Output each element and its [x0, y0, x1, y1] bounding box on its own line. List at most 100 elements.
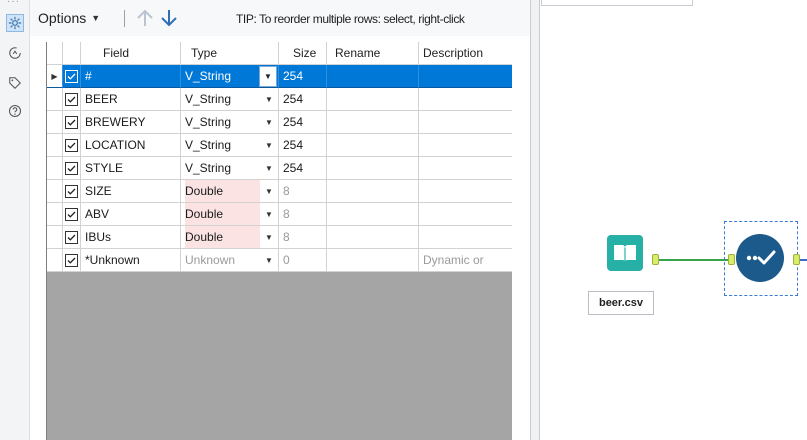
- row-checkbox-cell[interactable]: [63, 249, 81, 272]
- type-cell[interactable]: V_String ▼: [181, 111, 279, 134]
- options-menu-button[interactable]: Options ▼: [38, 10, 100, 26]
- checkbox[interactable]: [65, 161, 78, 175]
- type-cell[interactable]: Unknown ▼: [181, 249, 279, 272]
- checkbox[interactable]: [65, 115, 78, 129]
- table-row[interactable]: BEER V_String ▼ 254: [47, 88, 512, 111]
- row-checkbox-cell[interactable]: [63, 88, 81, 111]
- panel-splitter[interactable]: [530, 0, 540, 440]
- size-cell[interactable]: 8: [279, 226, 327, 249]
- rotate-icon[interactable]: [6, 44, 24, 62]
- checkbox[interactable]: [65, 230, 78, 244]
- rename-cell[interactable]: [327, 249, 419, 272]
- size-cell[interactable]: 254: [279, 88, 327, 111]
- type-dropdown-icon[interactable]: ▼: [260, 89, 278, 110]
- description-cell[interactable]: [419, 88, 512, 111]
- type-dropdown-icon[interactable]: ▼: [260, 181, 278, 202]
- type-cell[interactable]: Double ▼: [181, 203, 279, 226]
- description-cell[interactable]: [419, 157, 512, 180]
- type-dropdown-icon[interactable]: ▼: [260, 204, 278, 225]
- field-cell[interactable]: BREWERY: [81, 111, 181, 134]
- description-cell[interactable]: [419, 111, 512, 134]
- rename-cell[interactable]: [327, 203, 419, 226]
- size-cell[interactable]: 254: [279, 111, 327, 134]
- type-cell[interactable]: Double ▼: [181, 180, 279, 203]
- output-anchor[interactable]: [652, 254, 659, 265]
- checkbox[interactable]: [65, 207, 78, 221]
- type-dropdown-icon[interactable]: ▼: [260, 112, 278, 133]
- type-dropdown-icon[interactable]: ▼: [259, 65, 277, 87]
- rename-cell[interactable]: [327, 180, 419, 203]
- description-cell[interactable]: [419, 180, 512, 203]
- field-cell[interactable]: SIZE: [81, 180, 181, 203]
- row-checkbox-cell[interactable]: [63, 226, 81, 249]
- input-data-tool-node[interactable]: [607, 235, 643, 271]
- description-cell[interactable]: Dynamic or: [419, 249, 512, 272]
- description-cell[interactable]: [419, 226, 512, 249]
- table-row[interactable]: LOCATION V_String ▼ 254: [47, 134, 512, 157]
- output-anchor[interactable]: [793, 254, 800, 265]
- field-cell[interactable]: *Unknown: [81, 249, 181, 272]
- size-cell[interactable]: 254: [279, 134, 327, 157]
- row-checkbox-cell[interactable]: [63, 203, 81, 226]
- row-checkbox-cell[interactable]: [63, 134, 81, 157]
- row-checkbox-cell[interactable]: [63, 65, 81, 88]
- type-dropdown-icon[interactable]: ▼: [260, 227, 278, 248]
- checkbox[interactable]: [65, 253, 78, 267]
- type-dropdown-icon[interactable]: ▼: [260, 250, 278, 271]
- table-row[interactable]: SIZE Double ▼ 8: [47, 180, 512, 203]
- type-cell[interactable]: V_String ▼: [181, 65, 279, 88]
- table-row[interactable]: *Unknown Unknown ▼ 0 Dynamic or: [47, 249, 512, 272]
- table-row[interactable]: ABV Double ▼ 8: [47, 203, 512, 226]
- more-icon[interactable]: ···: [7, 0, 20, 7]
- column-header-rename[interactable]: Rename: [327, 42, 419, 65]
- description-cell[interactable]: [419, 203, 512, 226]
- rename-cell[interactable]: [327, 226, 419, 249]
- column-header-type[interactable]: Type: [181, 42, 279, 65]
- type-cell[interactable]: V_String ▼: [181, 88, 279, 111]
- column-header-description[interactable]: Description: [419, 42, 512, 65]
- type-cell[interactable]: V_String ▼: [181, 134, 279, 157]
- workflow-canvas[interactable]: beer.csv: [540, 0, 807, 440]
- field-cell[interactable]: LOCATION: [81, 134, 181, 157]
- column-header-size[interactable]: Size: [279, 42, 327, 65]
- field-cell[interactable]: STYLE: [81, 157, 181, 180]
- size-cell[interactable]: 254: [279, 65, 327, 88]
- connection-line[interactable]: [659, 259, 728, 261]
- field-cell[interactable]: IBUs: [81, 226, 181, 249]
- move-down-icon[interactable]: [158, 7, 180, 29]
- size-cell[interactable]: 0: [279, 249, 327, 272]
- table-row[interactable]: BREWERY V_String ▼ 254: [47, 111, 512, 134]
- checkbox[interactable]: [65, 138, 78, 152]
- table-row[interactable]: IBUs Double ▼ 8: [47, 226, 512, 249]
- move-up-icon[interactable]: [134, 7, 156, 29]
- rename-cell[interactable]: [327, 157, 419, 180]
- size-cell[interactable]: 8: [279, 203, 327, 226]
- row-checkbox-cell[interactable]: [63, 157, 81, 180]
- rename-cell[interactable]: [327, 88, 419, 111]
- table-row[interactable]: STYLE V_String ▼ 254: [47, 157, 512, 180]
- checkbox[interactable]: [65, 92, 78, 106]
- row-checkbox-cell[interactable]: [63, 111, 81, 134]
- checkbox[interactable]: [65, 184, 78, 198]
- size-cell[interactable]: 254: [279, 157, 327, 180]
- column-header-field[interactable]: Field: [81, 42, 181, 65]
- row-checkbox-cell[interactable]: [63, 180, 81, 203]
- type-cell[interactable]: Double ▼: [181, 226, 279, 249]
- field-cell[interactable]: #: [81, 65, 181, 88]
- connection-line[interactable]: [800, 259, 807, 261]
- field-cell[interactable]: ABV: [81, 203, 181, 226]
- rename-cell[interactable]: [327, 134, 419, 157]
- rename-cell[interactable]: [327, 65, 419, 88]
- select-tool-node[interactable]: [736, 234, 784, 282]
- table-row[interactable]: ▶ # V_String ▼ 254: [47, 65, 512, 88]
- gear-icon[interactable]: [6, 14, 24, 32]
- description-cell[interactable]: [419, 134, 512, 157]
- description-cell[interactable]: [419, 65, 512, 88]
- field-cell[interactable]: BEER: [81, 88, 181, 111]
- rename-cell[interactable]: [327, 111, 419, 134]
- help-icon[interactable]: [6, 102, 24, 120]
- type-dropdown-icon[interactable]: ▼: [260, 158, 278, 179]
- type-cell[interactable]: V_String ▼: [181, 157, 279, 180]
- tag-icon[interactable]: [6, 74, 24, 92]
- type-dropdown-icon[interactable]: ▼: [260, 135, 278, 156]
